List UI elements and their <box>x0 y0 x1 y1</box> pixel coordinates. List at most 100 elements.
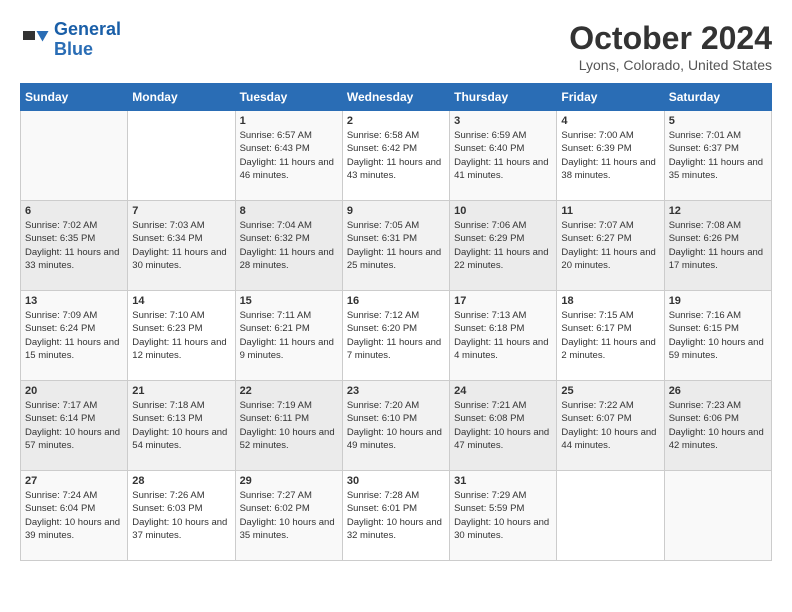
page-header: General Blue October 2024 Lyons, Colorad… <box>20 20 772 73</box>
day-cell <box>664 471 771 561</box>
day-info: Sunrise: 6:59 AM Sunset: 6:40 PM Dayligh… <box>454 129 552 182</box>
day-info: Sunrise: 7:07 AM Sunset: 6:27 PM Dayligh… <box>561 219 659 272</box>
day-number: 3 <box>454 115 552 127</box>
day-number: 19 <box>669 295 767 307</box>
day-cell: 19 Sunrise: 7:16 AM Sunset: 6:15 PM Dayli… <box>664 291 771 381</box>
day-cell: 20 Sunrise: 7:17 AM Sunset: 6:14 PM Dayli… <box>21 381 128 471</box>
day-cell: 2Sunrise: 6:58 AM Sunset: 6:42 PM Daylig… <box>342 111 449 201</box>
day-cell: 17Sunrise: 7:13 AM Sunset: 6:18 PM Dayli… <box>450 291 557 381</box>
column-header-wednesday: Wednesday <box>342 84 449 111</box>
day-info: Sunrise: 7:00 AM Sunset: 6:39 PM Dayligh… <box>561 129 659 182</box>
day-info: Sunrise: 7:13 AM Sunset: 6:18 PM Dayligh… <box>454 309 552 362</box>
day-info: Sunrise: 7:11 AM Sunset: 6:21 PM Dayligh… <box>240 309 338 362</box>
day-info: Sunrise: 7:17 AM Sunset: 6:14 PM Dayligh… <box>25 399 123 452</box>
day-number: 5 <box>669 115 767 127</box>
day-cell: 3 Sunrise: 6:59 AM Sunset: 6:40 PM Daylig… <box>450 111 557 201</box>
logo-line2: Blue <box>54 39 93 59</box>
day-info: Sunrise: 7:29 AM Sunset: 5:59 PM Dayligh… <box>454 489 552 542</box>
day-info: Sunrise: 7:22 AM Sunset: 6:07 PM Dayligh… <box>561 399 659 452</box>
calendar-table: SundayMondayTuesdayWednesdayThursdayFrid… <box>20 83 772 561</box>
day-cell: 7 Sunrise: 7:03 AM Sunset: 6:34 PM Daylig… <box>128 201 235 291</box>
day-cell <box>128 111 235 201</box>
day-number: 26 <box>669 385 767 397</box>
day-info: Sunrise: 7:15 AM Sunset: 6:17 PM Dayligh… <box>561 309 659 362</box>
day-info: Sunrise: 7:23 AM Sunset: 6:06 PM Dayligh… <box>669 399 767 452</box>
day-info: Sunrise: 7:19 AM Sunset: 6:11 PM Dayligh… <box>240 399 338 452</box>
month-title: October 2024 <box>569 20 772 57</box>
day-cell: 15 Sunrise: 7:11 AM Sunset: 6:21 PM Dayli… <box>235 291 342 381</box>
day-cell: 16 Sunrise: 7:12 AM Sunset: 6:20 PM Dayli… <box>342 291 449 381</box>
day-info: Sunrise: 7:16 AM Sunset: 6:15 PM Dayligh… <box>669 309 767 362</box>
day-cell: 12 Sunrise: 7:08 AM Sunset: 6:26 PM Dayli… <box>664 201 771 291</box>
day-number: 13 <box>25 295 123 307</box>
day-number: 4 <box>561 115 659 127</box>
day-cell: 8Sunrise: 7:04 AM Sunset: 6:32 PM Daylig… <box>235 201 342 291</box>
day-cell: 28 Sunrise: 7:26 AM Sunset: 6:03 PM Dayli… <box>128 471 235 561</box>
day-cell: 6Sunrise: 7:02 AM Sunset: 6:35 PM Daylig… <box>21 201 128 291</box>
day-number: 30 <box>347 475 445 487</box>
column-header-tuesday: Tuesday <box>235 84 342 111</box>
day-cell: 25 Sunrise: 7:22 AM Sunset: 6:07 PM Dayli… <box>557 381 664 471</box>
day-number: 25 <box>561 385 659 397</box>
day-number: 9 <box>347 205 445 217</box>
day-info: Sunrise: 7:03 AM Sunset: 6:34 PM Dayligh… <box>132 219 230 272</box>
week-row-2: 6Sunrise: 7:02 AM Sunset: 6:35 PM Daylig… <box>21 201 772 291</box>
day-number: 20 <box>25 385 123 397</box>
day-number: 21 <box>132 385 230 397</box>
day-cell: 9 Sunrise: 7:05 AM Sunset: 6:31 PM Daylig… <box>342 201 449 291</box>
column-header-friday: Friday <box>557 84 664 111</box>
day-number: 24 <box>454 385 552 397</box>
day-number: 18 <box>561 295 659 307</box>
day-number: 12 <box>669 205 767 217</box>
week-row-4: 20 Sunrise: 7:17 AM Sunset: 6:14 PM Dayli… <box>21 381 772 471</box>
day-number: 28 <box>132 475 230 487</box>
header-row: SundayMondayTuesdayWednesdayThursdayFrid… <box>21 84 772 111</box>
day-cell <box>557 471 664 561</box>
day-info: Sunrise: 7:26 AM Sunset: 6:03 PM Dayligh… <box>132 489 230 542</box>
day-number: 16 <box>347 295 445 307</box>
day-info: Sunrise: 7:06 AM Sunset: 6:29 PM Dayligh… <box>454 219 552 272</box>
day-cell: 14Sunrise: 7:10 AM Sunset: 6:23 PM Dayli… <box>128 291 235 381</box>
day-cell: 29 Sunrise: 7:27 AM Sunset: 6:02 PM Dayli… <box>235 471 342 561</box>
column-header-saturday: Saturday <box>664 84 771 111</box>
day-number: 11 <box>561 205 659 217</box>
day-cell: 18 Sunrise: 7:15 AM Sunset: 6:17 PM Dayli… <box>557 291 664 381</box>
day-cell <box>21 111 128 201</box>
day-info: Sunrise: 7:24 AM Sunset: 6:04 PM Dayligh… <box>25 489 123 542</box>
week-row-5: 27Sunrise: 7:24 AM Sunset: 6:04 PM Dayli… <box>21 471 772 561</box>
day-number: 8 <box>240 205 338 217</box>
day-cell: 5Sunrise: 7:01 AM Sunset: 6:37 PM Daylig… <box>664 111 771 201</box>
day-info: Sunrise: 7:12 AM Sunset: 6:20 PM Dayligh… <box>347 309 445 362</box>
day-number: 29 <box>240 475 338 487</box>
day-info: Sunrise: 7:08 AM Sunset: 6:26 PM Dayligh… <box>669 219 767 272</box>
day-number: 7 <box>132 205 230 217</box>
day-cell: 11 Sunrise: 7:07 AM Sunset: 6:27 PM Dayli… <box>557 201 664 291</box>
day-number: 23 <box>347 385 445 397</box>
day-cell: 26 Sunrise: 7:23 AM Sunset: 6:06 PM Dayli… <box>664 381 771 471</box>
day-info: Sunrise: 7:20 AM Sunset: 6:10 PM Dayligh… <box>347 399 445 452</box>
week-row-3: 13 Sunrise: 7:09 AM Sunset: 6:24 PM Dayli… <box>21 291 772 381</box>
day-info: Sunrise: 7:05 AM Sunset: 6:31 PM Dayligh… <box>347 219 445 272</box>
day-number: 14 <box>132 295 230 307</box>
day-cell: 13 Sunrise: 7:09 AM Sunset: 6:24 PM Dayli… <box>21 291 128 381</box>
day-info: Sunrise: 7:27 AM Sunset: 6:02 PM Dayligh… <box>240 489 338 542</box>
day-cell: 4 Sunrise: 7:00 AM Sunset: 6:39 PM Daylig… <box>557 111 664 201</box>
day-cell: 31 Sunrise: 7:29 AM Sunset: 5:59 PM Dayli… <box>450 471 557 561</box>
day-cell: 27Sunrise: 7:24 AM Sunset: 6:04 PM Dayli… <box>21 471 128 561</box>
day-number: 6 <box>25 205 123 217</box>
week-row-1: 1Sunrise: 6:57 AM Sunset: 6:43 PM Daylig… <box>21 111 772 201</box>
day-number: 31 <box>454 475 552 487</box>
day-number: 10 <box>454 205 552 217</box>
day-info: Sunrise: 7:18 AM Sunset: 6:13 PM Dayligh… <box>132 399 230 452</box>
day-info: Sunrise: 6:58 AM Sunset: 6:42 PM Dayligh… <box>347 129 445 182</box>
column-header-sunday: Sunday <box>21 84 128 111</box>
day-number: 15 <box>240 295 338 307</box>
logo-line1: General <box>54 19 121 39</box>
day-number: 22 <box>240 385 338 397</box>
day-cell: 22 Sunrise: 7:19 AM Sunset: 6:11 PM Dayli… <box>235 381 342 471</box>
logo: General Blue <box>20 20 121 60</box>
day-cell: 1Sunrise: 6:57 AM Sunset: 6:43 PM Daylig… <box>235 111 342 201</box>
day-info: Sunrise: 7:28 AM Sunset: 6:01 PM Dayligh… <box>347 489 445 542</box>
day-info: Sunrise: 7:09 AM Sunset: 6:24 PM Dayligh… <box>25 309 123 362</box>
day-info: Sunrise: 7:21 AM Sunset: 6:08 PM Dayligh… <box>454 399 552 452</box>
